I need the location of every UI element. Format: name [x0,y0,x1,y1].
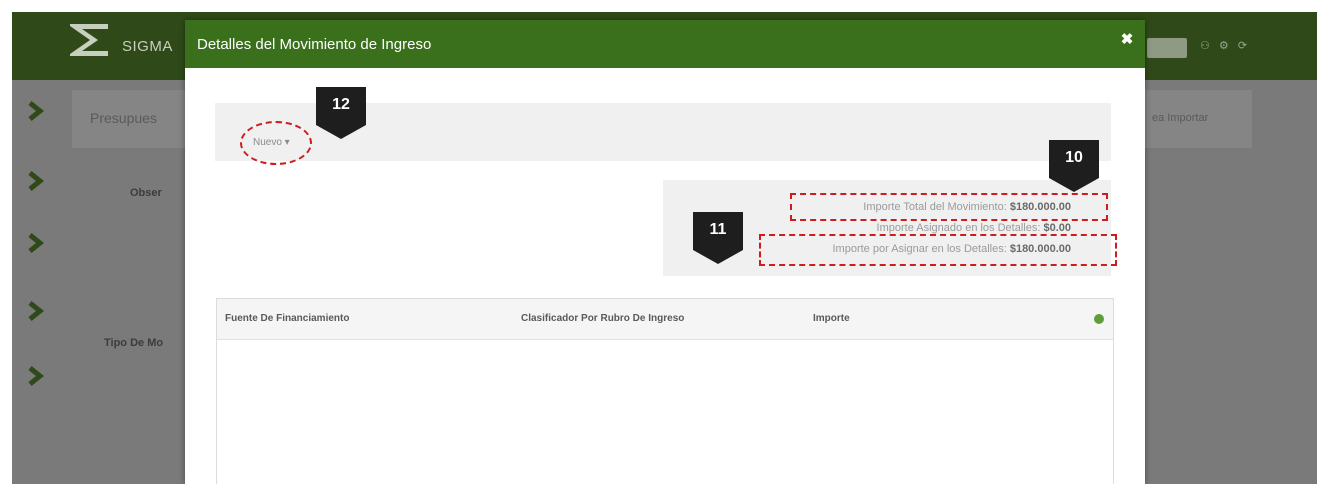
background-sidebar [12,80,62,484]
callout-number: 12 [332,96,350,113]
summary-asignado-label: Importe Asignado en los Detalles: [876,222,1041,234]
column-header-fuente[interactable]: Fuente De Financiamiento [225,313,349,324]
chevron-right-icon[interactable] [26,300,46,322]
column-header-importe[interactable]: Importe [813,313,850,324]
background-observaciones-label: Obser [130,187,162,199]
app-frame: SIGMA ⚇ ⚙ ⟳ Presupues ea Importar Obser … [12,12,1317,484]
chevron-right-icon[interactable] [26,232,46,254]
chevron-right-icon[interactable] [26,170,46,192]
modal-title: Detalles del Movimiento de Ingreso [197,36,432,53]
add-row-icon[interactable] [1094,314,1104,324]
background-tipo-label: Tipo De Mo [104,337,164,349]
top-action-icons[interactable]: ⚇ ⚙ ⟳ [1200,39,1250,52]
callout-11: 11 [693,212,743,264]
callout-number: 10 [1065,149,1083,166]
close-icon[interactable]: ✖ [1120,32,1134,47]
chevron-right-icon[interactable] [26,365,46,387]
background-import-label: ea Importar [1152,112,1209,124]
annotation-highlight-nuevo [240,121,312,165]
sigma-logo-icon [70,24,108,56]
chevron-right-icon[interactable] [26,100,46,122]
brand-name: SIGMA [122,38,173,55]
callout-10: 10 [1049,140,1099,192]
annotation-highlight-por-asignar [759,234,1117,266]
summary-asignado-value: $0.00 [1043,222,1071,234]
column-header-clasificador[interactable]: Clasificador Por Rubro De Ingreso [521,313,684,324]
annotation-highlight-total [790,193,1108,221]
summary-asignado-line: Importe Asignado en los Detalles: $0.00 [877,222,1071,234]
background-panel-title: Presupues [90,110,157,126]
callout-number: 11 [709,221,727,238]
top-search-field[interactable] [1147,38,1187,58]
modal-header: Detalles del Movimiento de Ingreso ✖ [185,20,1145,68]
callout-12: 12 [316,87,366,139]
detalles-table: Fuente De Financiamiento Clasificador Po… [216,298,1114,484]
table-header: Fuente De Financiamiento Clasificador Po… [217,299,1113,340]
